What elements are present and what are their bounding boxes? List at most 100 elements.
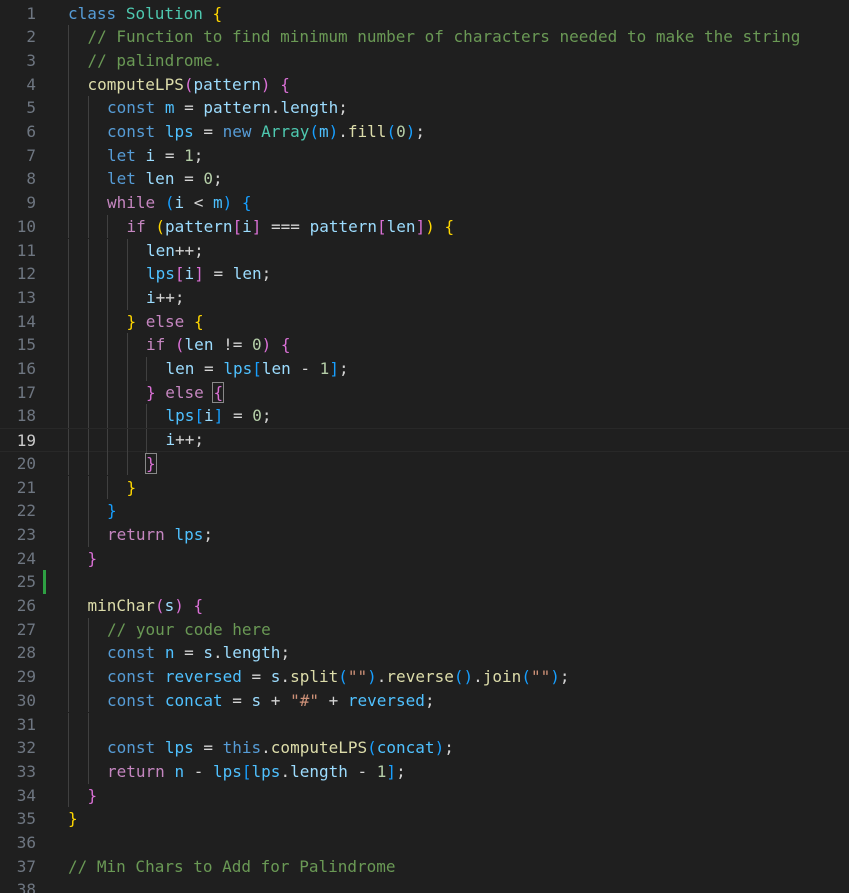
code-line[interactable]: 25 bbox=[0, 570, 849, 594]
code-text[interactable]: const lps = new Array(m).fill(0); bbox=[107, 120, 425, 144]
code-line[interactable]: 7 let i = 1; bbox=[0, 143, 849, 168]
code-line[interactable]: 11 len++; bbox=[0, 238, 849, 263]
code-line[interactable]: 19 i++; bbox=[0, 428, 849, 453]
code-line[interactable]: 3 // palindrome. bbox=[0, 48, 849, 73]
code-editor[interactable]: 1 class Solution {2 // Function to find mi… bbox=[0, 0, 849, 893]
code-line[interactable]: 4 computeLPS(pattern) { bbox=[0, 72, 849, 97]
code-token: ( bbox=[164, 193, 175, 213]
code-line[interactable]: 15 if (len != 0) { bbox=[0, 333, 849, 357]
code-line[interactable]: 23 return lps; bbox=[0, 522, 849, 547]
code-line[interactable]: 8 let len = 0; bbox=[0, 167, 849, 192]
code-text[interactable]: let len = 0; bbox=[107, 167, 223, 191]
code-text[interactable]: // Min Chars to Add for Palindrome bbox=[68, 855, 396, 879]
code-line[interactable]: 9 while (i < m) { bbox=[0, 191, 849, 215]
code-line[interactable]: 18 lps[i] = 0; bbox=[0, 404, 849, 429]
code-line[interactable]: 6 const lps = new Array(m).fill(0); bbox=[0, 120, 849, 144]
code-text[interactable]: const lps = this.computeLPS(concat); bbox=[107, 736, 454, 760]
code-token: class bbox=[68, 3, 117, 23]
code-line[interactable]: 30 const concat = s + "#" + reversed; bbox=[0, 688, 849, 713]
code-line[interactable]: 27 // your code here bbox=[0, 617, 849, 642]
code-line[interactable]: 33 return n - lps[lps.length - 1]; bbox=[0, 759, 849, 784]
code-line[interactable]: 37 // Min Chars to Add for Palindrome bbox=[0, 855, 849, 879]
code-token: { bbox=[280, 335, 291, 355]
code-line[interactable]: 29 const reversed = s.split("").reverse()… bbox=[0, 665, 849, 689]
code-text[interactable]: if (len != 0) { bbox=[146, 333, 291, 357]
code-text[interactable]: // Function to find minimum number of ch… bbox=[88, 25, 801, 49]
code-text[interactable]: lps[i] = len; bbox=[146, 262, 271, 286]
code-line[interactable]: 32 const lps = this.computeLPS(concat); bbox=[0, 736, 849, 760]
code-line[interactable]: 22} bbox=[0, 499, 849, 523]
code-line[interactable]: 13 i++; bbox=[0, 285, 849, 310]
code-text[interactable]: // your code here bbox=[107, 618, 271, 642]
code-text[interactable]: // palindrome. bbox=[88, 49, 223, 73]
code-line[interactable]: 28 const n = s.length; bbox=[0, 641, 849, 666]
code-text[interactable]: const n = s.length; bbox=[107, 641, 290, 665]
code-token: let bbox=[107, 169, 136, 189]
code-line[interactable]: 34} bbox=[0, 783, 849, 808]
indent-guide bbox=[68, 499, 69, 523]
code-line[interactable]: 35} bbox=[0, 807, 849, 831]
code-text[interactable]: } bbox=[107, 499, 117, 523]
line-number: 9 bbox=[26, 193, 36, 213]
code-line[interactable]: 16 len = lps[len - 1]; bbox=[0, 357, 849, 381]
code-line[interactable]: 21} bbox=[0, 475, 849, 500]
code-token: ) bbox=[405, 122, 416, 141]
code-token: ; bbox=[193, 145, 204, 165]
code-token: ; bbox=[213, 169, 223, 189]
code-text[interactable]: } bbox=[88, 784, 98, 808]
code-line[interactable]: 36 bbox=[0, 831, 849, 855]
code-token: join bbox=[482, 667, 522, 687]
code-text[interactable]: let i = 1; bbox=[107, 144, 203, 168]
code-text[interactable]: } bbox=[88, 547, 98, 571]
code-text[interactable]: len = lps[len - 1]; bbox=[166, 357, 349, 381]
code-text[interactable]: return lps; bbox=[107, 523, 213, 547]
code-line[interactable]: 1 class Solution { bbox=[0, 2, 849, 26]
code-line[interactable]: 26 minChar(s) { bbox=[0, 594, 849, 618]
code-line[interactable]: 17} else { bbox=[0, 380, 849, 405]
code-line[interactable]: 5 const m = pattern.length; bbox=[0, 96, 849, 120]
code-text[interactable]: } else { bbox=[127, 310, 204, 334]
code-text[interactable]: while (i < m) { bbox=[107, 191, 252, 215]
indent-guide bbox=[126, 262, 128, 286]
indent-guide bbox=[126, 238, 128, 263]
code-text[interactable]: const m = pattern.length; bbox=[107, 96, 348, 120]
code-text[interactable]: } bbox=[68, 807, 78, 831]
indent-guide bbox=[68, 357, 69, 381]
code-text[interactable]: i++; bbox=[146, 286, 185, 310]
line-number: 30 bbox=[16, 690, 36, 710]
indent-guide bbox=[87, 309, 89, 334]
code-token: ) bbox=[434, 738, 445, 758]
code-text[interactable]: len++; bbox=[146, 239, 204, 263]
code-token: ( bbox=[154, 596, 165, 615]
code-text[interactable]: return n - lps[lps.length - 1]; bbox=[107, 760, 406, 784]
line-number: 2 bbox=[26, 27, 36, 47]
code-text[interactable]: i++; bbox=[166, 428, 205, 452]
line-number: 32 bbox=[16, 738, 36, 758]
line-number: 8 bbox=[26, 169, 36, 189]
code-text[interactable]: if (pattern[i] === pattern[len]) { bbox=[127, 215, 455, 239]
code-token: ( bbox=[174, 335, 185, 355]
code-line[interactable]: 20} bbox=[0, 451, 849, 476]
code-line[interactable]: 10 if (pattern[i] === pattern[len]) { bbox=[0, 214, 849, 239]
code-text[interactable]: } else { bbox=[146, 381, 225, 405]
code-line[interactable]: 14} else { bbox=[0, 309, 849, 334]
code-line[interactable]: 2 // Function to find minimum number of c… bbox=[0, 25, 849, 49]
indent-guide bbox=[107, 333, 108, 357]
code-text[interactable]: computeLPS(pattern) { bbox=[88, 73, 290, 97]
code-text[interactable]: } bbox=[127, 476, 137, 500]
code-text[interactable]: const reversed = s.split("").reverse().j… bbox=[107, 665, 570, 689]
code-text[interactable]: minChar(s) { bbox=[88, 594, 204, 618]
code-line[interactable]: 31 bbox=[0, 712, 849, 737]
code-line[interactable]: 38 bbox=[0, 878, 849, 893]
code-text[interactable]: class Solution { bbox=[68, 2, 222, 26]
code-token: ( bbox=[521, 667, 531, 687]
code-text[interactable]: } bbox=[145, 452, 157, 476]
code-token: } bbox=[146, 382, 156, 402]
code-text[interactable]: const concat = s + "#" + reversed; bbox=[107, 689, 435, 713]
code-text[interactable]: lps[i] = 0; bbox=[166, 404, 272, 428]
code-line[interactable]: 12 lps[i] = len; bbox=[0, 262, 849, 286]
code-line[interactable]: 24} bbox=[0, 546, 849, 571]
line-number: 10 bbox=[16, 216, 36, 236]
line-number: 23 bbox=[16, 524, 36, 544]
